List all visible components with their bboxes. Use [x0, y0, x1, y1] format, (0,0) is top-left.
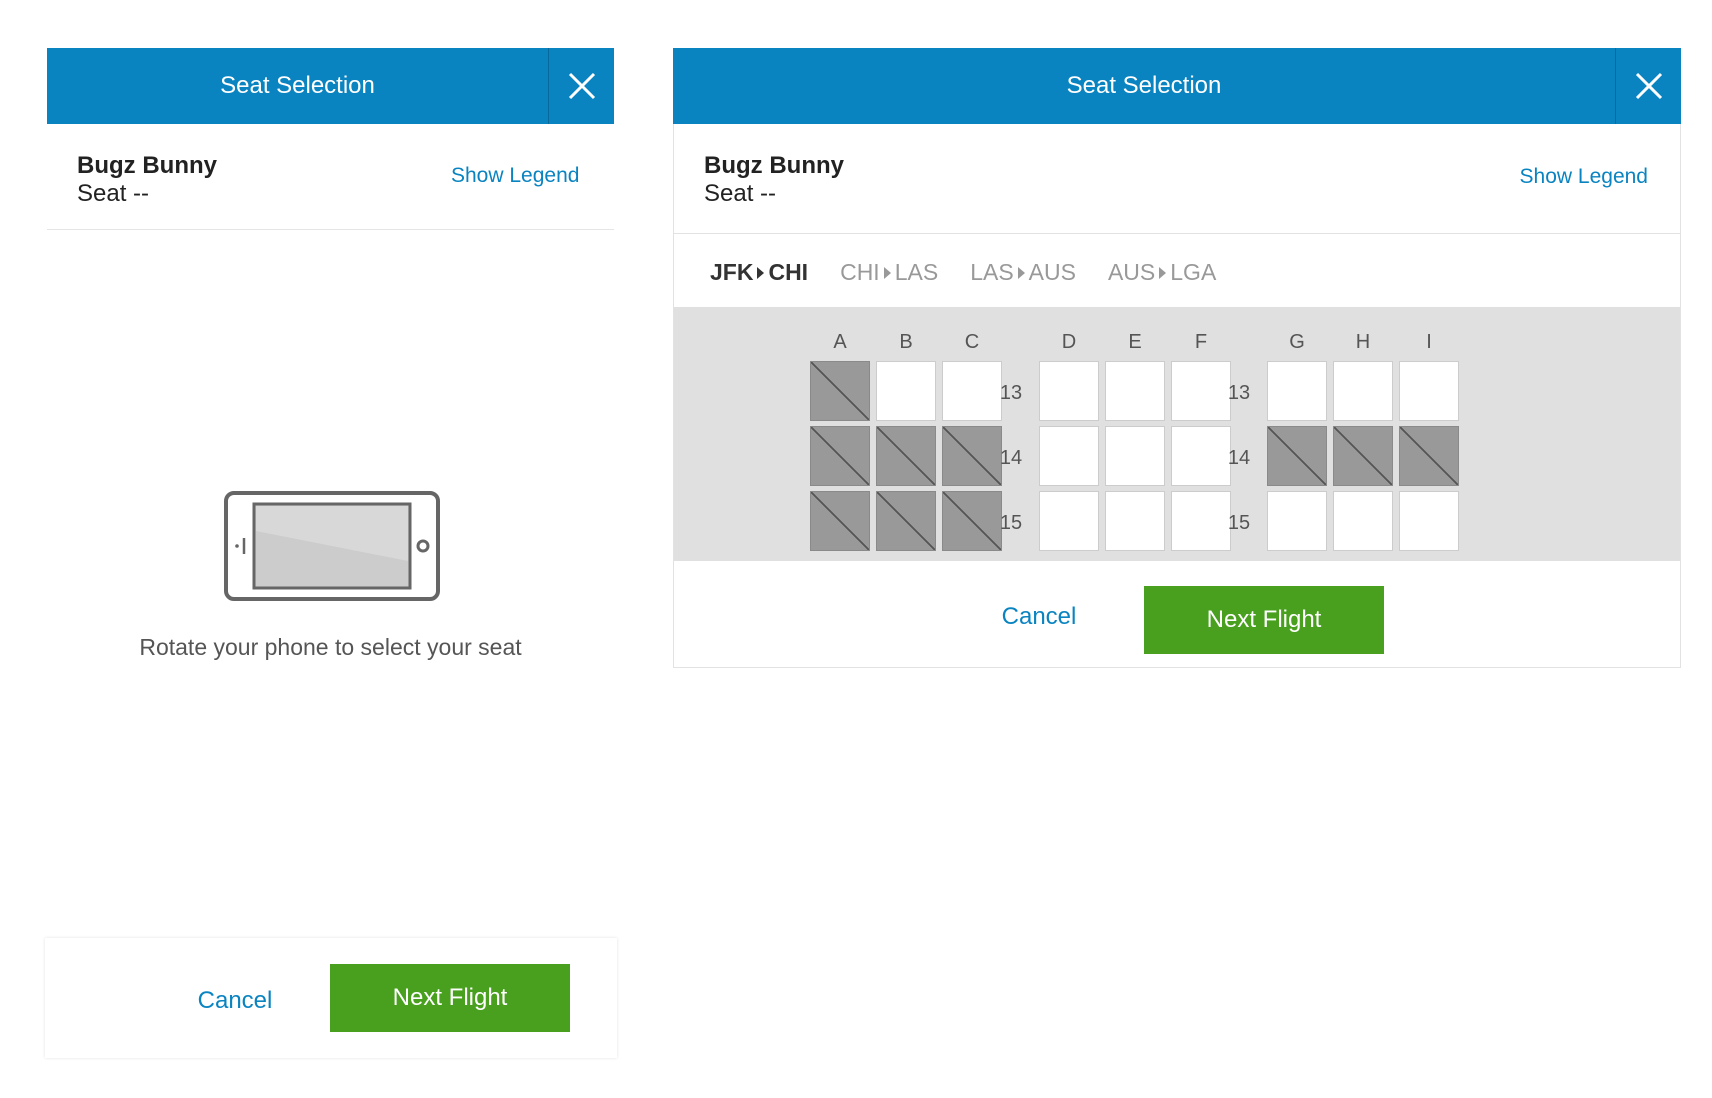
seat-13a-unavailable	[810, 361, 870, 421]
passenger-info: Bugz Bunny Seat --	[77, 152, 217, 208]
header-title: Seat Selection	[1066, 72, 1222, 99]
seat-selection-panel: Seat Selection Bugz Bunny Seat -- Show L…	[673, 48, 1681, 668]
flight-origin: JFK	[710, 259, 754, 285]
seat-14b-unavailable	[876, 426, 936, 486]
divider	[674, 233, 1680, 234]
row-number-label: 15	[999, 512, 1023, 534]
seat-column-label: I	[1426, 331, 1432, 353]
seat-selection-header: Seat Selection	[47, 48, 614, 124]
row-number-label: 14	[1227, 447, 1251, 469]
flight-tab-aus-lga[interactable]: AUS LGA	[1108, 259, 1216, 286]
flight-tabs: JFK CHI CHI LAS LAS AUS AUS LGA	[710, 259, 1216, 286]
close-button[interactable]	[1615, 48, 1681, 124]
flight-destination: LGA	[1170, 259, 1217, 285]
next-flight-button[interactable]: Next Flight	[1144, 586, 1384, 654]
flight-destination: LAS	[894, 259, 939, 285]
seat-13d[interactable]	[1039, 361, 1099, 421]
flight-destination: CHI	[768, 259, 809, 285]
seat-column-label: A	[833, 331, 847, 353]
seat-15g[interactable]	[1267, 491, 1327, 551]
seat-column-label: B	[899, 331, 913, 353]
seat-14d[interactable]	[1039, 426, 1099, 486]
seat-15h[interactable]	[1333, 491, 1393, 551]
seat-column-label: F	[1194, 331, 1208, 353]
close-icon	[568, 72, 595, 100]
seat-14i-unavailable	[1399, 426, 1459, 486]
passenger-name: Bugz Bunny	[704, 152, 844, 179]
seat-15d[interactable]	[1039, 491, 1099, 551]
arrow-right-icon	[757, 266, 765, 279]
seat-column-label: G	[1289, 331, 1305, 353]
show-legend-link[interactable]: Show Legend	[451, 164, 579, 188]
close-icon	[1635, 72, 1662, 100]
seat-15e[interactable]	[1105, 491, 1165, 551]
seat-14h-unavailable	[1333, 426, 1393, 486]
flight-destination: AUS	[1028, 259, 1076, 285]
rotate-message: Rotate your phone to select your seat	[139, 634, 522, 660]
passenger-info: Bugz Bunny Seat --	[704, 152, 844, 208]
seat-15b-unavailable	[876, 491, 936, 551]
passenger-seat: Seat --	[77, 180, 150, 207]
next-flight-button[interactable]: Next Flight	[330, 964, 570, 1032]
flight-origin: CHI	[840, 259, 880, 285]
flight-origin: LAS	[970, 259, 1014, 285]
seat-13b[interactable]	[876, 361, 936, 421]
divider	[47, 229, 614, 230]
row-number-label: 13	[999, 382, 1023, 404]
seat-column-label: E	[1128, 331, 1142, 353]
arrow-right-icon	[883, 266, 891, 279]
passenger-name: Bugz Bunny	[77, 152, 217, 179]
show-legend-link[interactable]: Show Legend	[1520, 165, 1648, 189]
footer: Cancel Next Flight	[45, 938, 617, 1058]
flight-origin: AUS	[1107, 259, 1156, 285]
flight-tab-jfk-chi[interactable]: JFK CHI	[710, 259, 808, 286]
row-number-label: 13	[1227, 382, 1251, 404]
close-button[interactable]	[548, 48, 614, 124]
seat-map: A B C D E F G H I 13 13 14 14 15 15	[674, 307, 1680, 561]
seat-14g-unavailable	[1267, 426, 1327, 486]
seat-14e[interactable]	[1105, 426, 1165, 486]
seat-14a-unavailable	[810, 426, 870, 486]
seat-column-label: D	[1061, 331, 1077, 353]
arrow-right-icon	[1159, 266, 1167, 279]
flight-tab-las-aus[interactable]: LAS AUS	[970, 259, 1076, 286]
cancel-button[interactable]: Cancel	[954, 589, 1124, 645]
seat-15i[interactable]	[1399, 491, 1459, 551]
cancel-button[interactable]: Cancel	[145, 968, 325, 1034]
flight-tab-chi-las[interactable]: CHI LAS	[840, 259, 938, 286]
seat-13i[interactable]	[1399, 361, 1459, 421]
seat-13h[interactable]	[1333, 361, 1393, 421]
row-number-label: 14	[999, 447, 1023, 469]
header-title: Seat Selection	[220, 72, 375, 99]
seat-13g[interactable]	[1267, 361, 1327, 421]
passenger-seat: Seat --	[704, 180, 777, 207]
row-number-label: 15	[1227, 512, 1251, 534]
rotate-phone-icon	[224, 491, 440, 606]
seat-15a-unavailable	[810, 491, 870, 551]
seat-column-label: H	[1355, 331, 1371, 353]
seat-column-label: C	[964, 331, 980, 353]
seat-13e[interactable]	[1105, 361, 1165, 421]
arrow-right-icon	[1017, 266, 1025, 279]
seat-selection-header: Seat Selection	[673, 48, 1681, 124]
